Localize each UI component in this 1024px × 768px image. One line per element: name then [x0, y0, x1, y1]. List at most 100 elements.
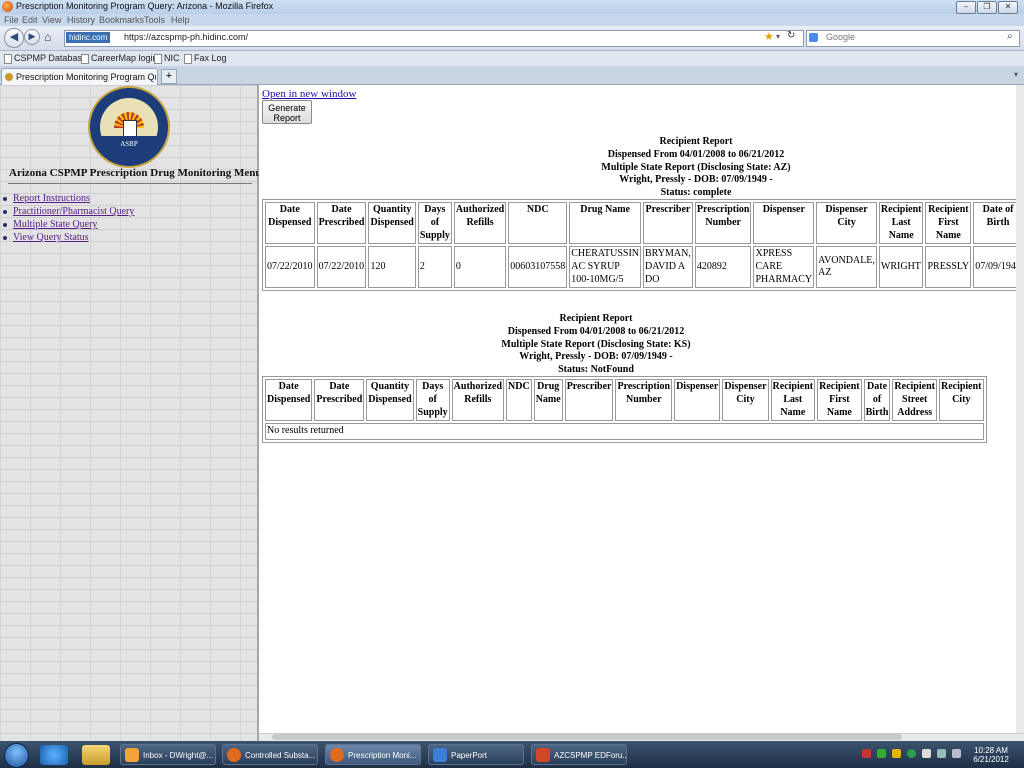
column-header: Prescriber — [564, 379, 614, 422]
report2-table: Date Dispensed Date Prescribed Quantity Dispe… — [262, 376, 987, 443]
taskbar-prescription-monitoring[interactable]: Prescription Moni... — [325, 744, 421, 765]
menu-item-view-query-status: View Query Status — [3, 231, 134, 244]
home-icon[interactable]: ⌂ — [44, 30, 51, 44]
powerpoint-icon — [536, 748, 550, 762]
paperport-icon — [433, 748, 447, 762]
site-identity-badge[interactable]: hidinc.com — [66, 32, 111, 43]
menu-item-report-instructions: Report Instructions — [3, 192, 134, 205]
file-explorer-icon[interactable] — [82, 745, 110, 765]
internet-explorer-icon[interactable] — [40, 745, 68, 765]
security-icon[interactable] — [862, 749, 871, 758]
column-header: Prescriber — [643, 202, 693, 245]
menu-history[interactable]: History — [67, 15, 95, 25]
taskbar-controlled-substances[interactable]: Controlled Substa... — [222, 744, 318, 765]
multiple-state-query-link[interactable]: Multiple State Query — [13, 219, 97, 230]
outlook-icon — [125, 748, 139, 762]
table-cell: 07/22/2010 — [265, 246, 315, 289]
dropdown-arrow-icon[interactable]: ▾ — [776, 32, 780, 41]
network-icon[interactable] — [937, 749, 946, 758]
column-header: Days of Supply — [415, 379, 450, 422]
practitioner-pharmacist-query-link[interactable]: Practitioner/Pharmacist Query — [13, 206, 134, 217]
report2-patient: Wright, Pressly - DOB: 07/09/1949 - — [519, 351, 673, 363]
start-button[interactable] — [4, 743, 29, 768]
vertical-scrollbar[interactable] — [1016, 85, 1024, 733]
table-row: 07/22/2010 07/22/2010 120 2 0 00603107558 CHER… — [265, 246, 1024, 289]
table-cell: WRIGHT — [878, 246, 924, 289]
favicon-icon — [5, 73, 13, 81]
page-icon — [81, 54, 89, 64]
new-tab-button[interactable]: + — [161, 69, 177, 84]
menu-list: Report Instructions Practitioner/Pharmac… — [3, 192, 134, 244]
column-header: Recipient Street Address — [892, 379, 937, 422]
menu-file[interactable]: File — [4, 15, 19, 25]
bookmark-careermap-login[interactable]: CareerMap login — [91, 53, 158, 63]
column-header: Recipient First Name — [817, 379, 862, 422]
open-in-new-window-link[interactable]: Open in new window — [262, 88, 356, 100]
action-center-flag-icon[interactable] — [922, 749, 931, 758]
column-header: Prescription Number — [615, 379, 673, 422]
system-clock[interactable]: 10:28 AM 6/21/2012 — [968, 746, 1014, 764]
column-header: Recipient City — [938, 379, 984, 422]
report1-title: Recipient Report — [659, 136, 733, 147]
horizontal-scrollbar-thumb[interactable] — [272, 734, 902, 740]
volume-icon[interactable] — [952, 749, 961, 758]
url-text: https://azcspmp-ph.hidinc.com/ — [124, 32, 249, 42]
column-header: Date Dispensed — [265, 202, 315, 245]
generate-report-button[interactable]: Generate Report — [262, 100, 312, 124]
bookmark-nic[interactable]: NIC — [164, 53, 180, 63]
menu-help[interactable]: Help — [171, 15, 190, 25]
firefox-icon — [2, 1, 13, 12]
notification-icon[interactable] — [892, 749, 901, 758]
tab-prescription-monitoring[interactable]: Prescription Monitoring Program Query:..… — [1, 68, 158, 85]
update-icon[interactable] — [907, 749, 916, 758]
menu-bookmarks[interactable]: Bookmarks — [99, 15, 144, 25]
column-header: Days of Supply — [417, 202, 452, 245]
column-header: Recipient First Name — [925, 202, 972, 245]
view-query-status-link[interactable]: View Query Status — [13, 232, 89, 243]
search-icon[interactable]: ⌕ — [1007, 31, 1013, 42]
google-icon[interactable] — [809, 33, 818, 42]
taskbar-button-label: AZCSPMP EDForu... — [554, 751, 627, 760]
table-cell: BRYMAN, DAVID A DO — [643, 246, 693, 289]
column-header: Dispenser City — [722, 379, 769, 422]
firefox-icon — [330, 748, 344, 762]
page-icon — [154, 54, 162, 64]
taskbar-azcspmp-edforum[interactable]: AZCSPMP EDForu... — [531, 744, 627, 765]
report1-table: Date Dispensed Date Prescribed Quantity Dispe… — [262, 199, 1024, 292]
close-button[interactable]: ✕ — [998, 1, 1018, 14]
report1-dispensed-range: Dispensed From 04/01/2008 to 06/21/2012 — [607, 148, 785, 160]
column-header: Prescription Number — [694, 202, 752, 245]
menu-bar: File Edit View History Bookmarks Tools H… — [0, 14, 1024, 26]
report1-header: Recipient Report Dispensed From 04/01/20… — [459, 136, 933, 200]
menu-divider — [8, 183, 252, 184]
reload-icon[interactable]: ↻ — [787, 30, 795, 41]
taskbar-button-label: Controlled Substa... — [245, 751, 316, 760]
bookmark-cspmp-database[interactable]: CSPMP Database — [14, 53, 87, 63]
table-cell: 0 — [453, 246, 507, 289]
window-title: Prescription Monitoring Program Query: A… — [16, 1, 274, 11]
report-content-frame: Open in new window Generate Report Recip… — [259, 85, 1024, 733]
column-header: Authorized Refills — [451, 379, 505, 422]
column-header: Quantity Dispensed — [368, 202, 416, 245]
menu-item-multiple-state-query: Multiple State Query — [3, 218, 134, 231]
network-status-icon[interactable] — [877, 749, 886, 758]
menu-item-practitioner-query: Practitioner/Pharmacist Query — [3, 205, 134, 218]
minimize-button[interactable]: – — [956, 1, 976, 14]
maximize-button[interactable]: ❐ — [977, 1, 997, 14]
report2-type: Multiple State Report (Disclosing State:… — [501, 338, 691, 350]
back-button[interactable]: ◀ — [4, 28, 24, 48]
report-instructions-link[interactable]: Report Instructions — [13, 193, 90, 204]
menu-view[interactable]: View — [42, 15, 61, 25]
tab-list-arrow-icon[interactable]: ▾ — [1014, 70, 1018, 79]
table-cell: 07/22/2010 — [316, 246, 367, 289]
menu-edit[interactable]: Edit — [22, 15, 38, 25]
tab-label: Prescription Monitoring Program Query:..… — [16, 72, 156, 82]
taskbar-outlook-inbox[interactable]: Inbox - DWright@... — [120, 744, 216, 765]
table-cell: 00603107558 — [508, 246, 568, 289]
forward-button[interactable]: ▶ — [24, 29, 40, 45]
menu-tools[interactable]: Tools — [144, 15, 165, 25]
table-cell: AVONDALE, AZ — [816, 246, 877, 289]
bookmark-star-icon[interactable]: ★ — [764, 30, 774, 43]
bookmark-fax-log[interactable]: Fax Log — [194, 53, 227, 63]
taskbar-paperport[interactable]: PaperPort — [428, 744, 524, 765]
